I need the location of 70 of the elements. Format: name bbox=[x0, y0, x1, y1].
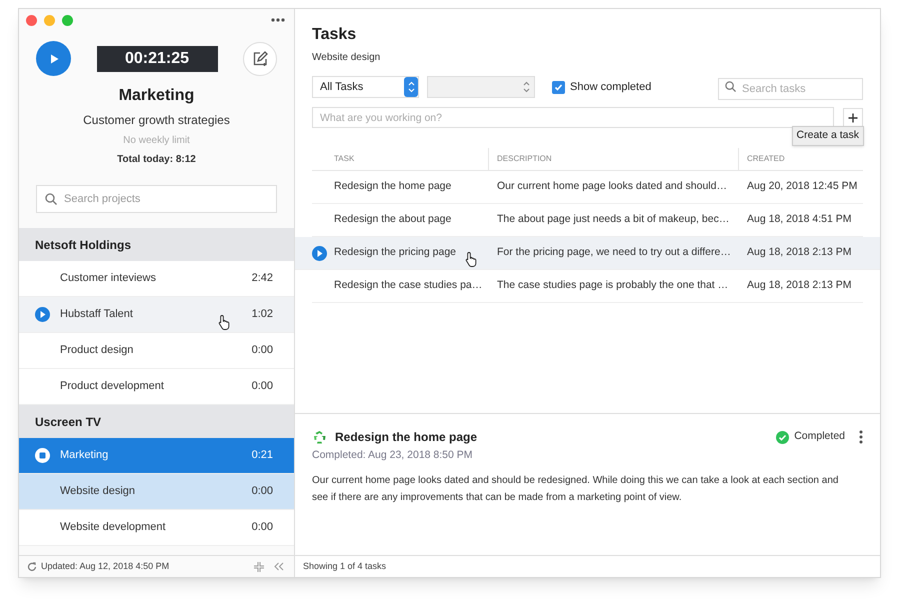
task-count-status: Showing 1 of 4 tasks bbox=[303, 560, 386, 573]
client-group-header: Uscreen TV bbox=[35, 414, 102, 430]
project-row[interactable]: Hubstaff Talent 1:02 bbox=[19, 297, 294, 333]
timer-display: 00:21:25 bbox=[96, 46, 218, 72]
task-name-cell-text: Redesign the case studies pa… bbox=[334, 278, 482, 294]
stepper-icon bbox=[523, 81, 530, 93]
task-row[interactable]: Redesign the case studies pa… The case studies page is probably the one that … Aug 18, 2018 2:13 PM bbox=[312, 270, 863, 303]
description-cell: Our current home page looks dated and should… bbox=[497, 180, 727, 192]
plus-icon bbox=[848, 112, 858, 122]
play-icon[interactable] bbox=[312, 246, 327, 260]
compact-view-icon[interactable] bbox=[254, 562, 264, 572]
task-search-field[interactable]: Search tasks bbox=[718, 78, 863, 100]
tooltip: Create a task bbox=[792, 126, 864, 146]
current-task-name: Customer growth strategies bbox=[82, 112, 231, 129]
created-date-cell: Aug 18, 2018 2:13 PM bbox=[747, 279, 852, 292]
refresh-icon[interactable] bbox=[27, 562, 37, 572]
task-name-cell-text: Redesign the pricing page bbox=[334, 245, 456, 260]
weekly-limit-label: No weekly limit bbox=[122, 134, 191, 148]
zoom-window-button[interactable] bbox=[62, 14, 73, 26]
description-cell: The case studies page is probably the one that … bbox=[497, 279, 728, 292]
task-filter-dropdown[interactable]: All Tasks bbox=[312, 76, 419, 98]
client-group-header: Netsoft Holdings bbox=[35, 236, 131, 254]
current-project-title: Marketing bbox=[118, 86, 196, 106]
description-cell: For the pricing page, we need to try out a differe… bbox=[497, 246, 731, 258]
add-task-button[interactable] bbox=[843, 108, 863, 128]
close-window-button[interactable] bbox=[26, 14, 37, 26]
task-row[interactable]: Redesign the home page Our current home page looks dated and should… Aug 20, 2018 12:45 PM bbox=[312, 171, 863, 204]
play-icon[interactable] bbox=[35, 307, 50, 322]
project-row[interactable]: Marketing 0:21 bbox=[19, 438, 294, 474]
show-completed-label[interactable]: Show completed bbox=[570, 78, 652, 96]
edit-icon bbox=[252, 50, 268, 66]
project-row[interactable]: Product development 0:00 bbox=[19, 369, 294, 405]
more-icon[interactable] bbox=[271, 18, 285, 22]
description-cell: The about page just needs a bit of makeup, bec… bbox=[497, 213, 730, 226]
new-task-field[interactable]: What are you working on? bbox=[312, 107, 834, 128]
created-date-cell: Aug 20, 2018 12:45 PM bbox=[747, 180, 858, 192]
search-icon bbox=[725, 81, 736, 92]
pointer-cursor-icon bbox=[218, 314, 231, 330]
stop-icon[interactable] bbox=[35, 448, 50, 463]
created-date-cell: Aug 18, 2018 4:51 PM bbox=[747, 213, 852, 226]
page-title: Tasks bbox=[312, 25, 358, 45]
completed-date: Completed: Aug 23, 2018 8:50 PM bbox=[312, 448, 474, 463]
edit-note-button[interactable] bbox=[243, 42, 277, 76]
task-name-cell-text: Redesign the about page bbox=[334, 212, 452, 228]
more-options-icon[interactable] bbox=[859, 430, 863, 444]
task-name-cell-text: Redesign the home page bbox=[334, 179, 452, 194]
column-header[interactable]: DESCRIPTION bbox=[497, 153, 552, 165]
check-icon bbox=[554, 82, 563, 92]
status-label: Completed bbox=[794, 429, 845, 444]
task-row[interactable]: Redesign the pricing page For the pricing page, we need to try out a differe… Aug 18, 2018 2:13 PM bbox=[295, 237, 880, 270]
updated-status: Updated: Aug 12, 2018 4:50 PM bbox=[41, 560, 170, 573]
pointer-cursor-icon bbox=[465, 251, 478, 267]
project-row[interactable]: Product design 0:00 bbox=[19, 333, 294, 369]
task-status-icon bbox=[312, 430, 327, 444]
stepper-icon bbox=[404, 77, 418, 97]
project-row[interactable]: Customer inteviews 2:42 bbox=[19, 261, 294, 297]
project-search-field[interactable]: Search projects bbox=[36, 185, 277, 213]
column-header[interactable]: TASK bbox=[334, 153, 354, 165]
project-row[interactable]: Website development 0:00 bbox=[19, 510, 294, 546]
collapse-sidebar-icon[interactable] bbox=[274, 562, 284, 571]
show-completed-checkbox[interactable] bbox=[552, 80, 565, 94]
task-detail-title: Redesign the home page bbox=[335, 429, 478, 446]
created-date-cell: Aug 18, 2018 2:13 PM bbox=[747, 246, 852, 258]
play-button[interactable] bbox=[36, 41, 71, 76]
search-icon bbox=[45, 193, 57, 205]
column-header[interactable]: CREATED bbox=[747, 153, 785, 165]
total-today-label: Total today: 8:12 bbox=[116, 153, 197, 167]
page-subtitle: Website design bbox=[312, 51, 382, 65]
project-row[interactable]: Website design 0:00 bbox=[19, 474, 294, 510]
task-description: Our current home page looks dated and should be redesigned. While doing this we can take a look at each section and see if there are any improvements that can be made from a marketing point of view. bbox=[312, 474, 840, 505]
